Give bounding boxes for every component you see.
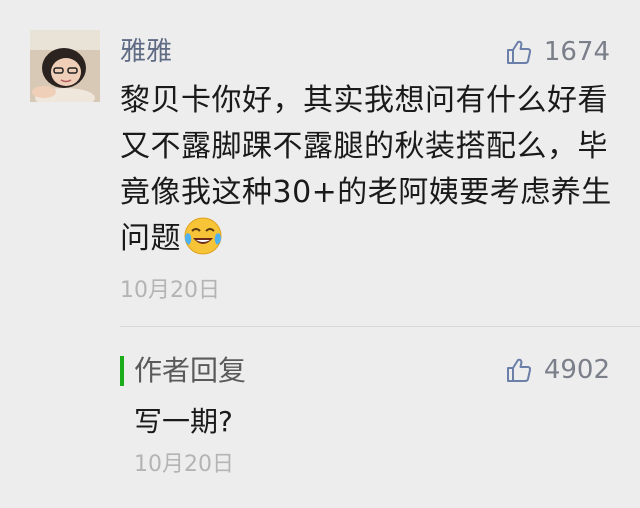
- comment-text: 黎贝卡你好，其实我想问有什么好看又不露脚踝不露腿的秋装搭配么，毕竟像我这种30+…: [120, 78, 614, 262]
- thumbs-up-icon: [506, 358, 531, 382]
- author-reply-label: 作者回复: [134, 354, 247, 387]
- like-count: 1674: [543, 37, 610, 67]
- divider: [120, 326, 640, 327]
- like-button[interactable]: 1674: [506, 34, 610, 70]
- reply-like-button[interactable]: 4902: [506, 352, 610, 388]
- username[interactable]: 雅雅: [120, 34, 172, 70]
- reply-date: 10月20日: [134, 452, 234, 477]
- face-with-tears-of-joy-icon: [184, 217, 222, 255]
- avatar[interactable]: [30, 30, 100, 102]
- comment-item: 雅雅 1674 黎贝卡你好，其实我想问有什么好看又不露脚踝不露腿的秋装搭配么，毕…: [0, 0, 640, 508]
- thumbs-up-icon: [506, 40, 531, 64]
- comment-date: 10月20日: [120, 278, 220, 303]
- reply-indicator-bar: [120, 356, 124, 386]
- reply-like-count: 4902: [543, 355, 610, 385]
- reply-text: 写一期?: [134, 405, 233, 438]
